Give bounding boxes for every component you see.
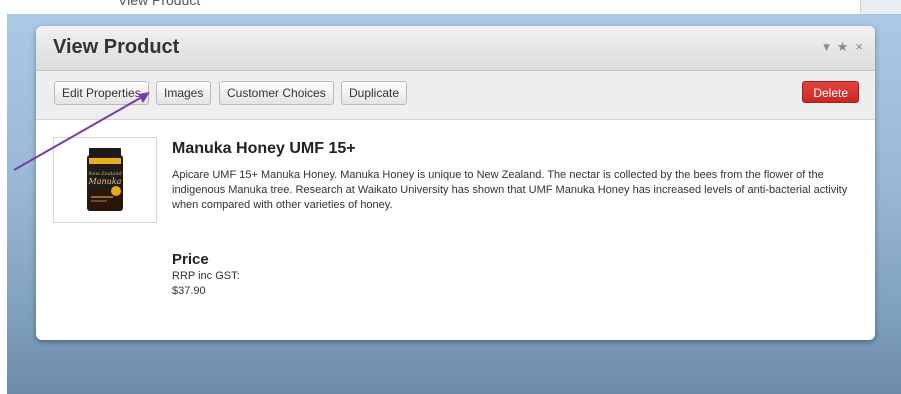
svg-text:Manuka: Manuka xyxy=(88,177,122,186)
price-value: $37.90 xyxy=(172,285,206,297)
images-button[interactable]: Images xyxy=(156,81,212,105)
dialog-title: View Product xyxy=(53,36,180,58)
toolbar: Edit Properties Images Customer Choices … xyxy=(36,71,875,120)
price-label: RRP inc GST: xyxy=(172,270,240,282)
dialog-header: View Product ▾ ★ × xyxy=(36,26,875,71)
product-thumbnail[interactable]: New Zealand Manuka xyxy=(53,137,157,223)
product-name: Manuka Honey UMF 15+ xyxy=(172,140,356,157)
duplicate-button[interactable]: Duplicate xyxy=(341,81,408,105)
product-details: New Zealand Manuka Manuka Honey UMF 15+ … xyxy=(36,120,875,340)
collapse-icon[interactable]: ▾ xyxy=(823,40,830,54)
dialog-controls: ▾ ★ × xyxy=(823,40,863,54)
corner-box xyxy=(860,0,901,14)
customer-choices-button[interactable]: Customer Choices xyxy=(219,81,334,105)
edit-properties-button[interactable]: Edit Properties xyxy=(54,81,149,105)
delete-button[interactable]: Delete xyxy=(802,81,859,103)
star-icon[interactable]: ★ xyxy=(837,40,849,54)
view-product-dialog: View Product ▾ ★ × Edit Properties Image… xyxy=(36,26,875,340)
honey-jar-icon: New Zealand Manuka xyxy=(87,148,123,211)
price-heading: Price xyxy=(172,251,209,268)
close-icon[interactable]: × xyxy=(855,40,863,54)
page-heading-cropped: View Product xyxy=(118,0,201,8)
product-description: Apicare UMF 15+ Manuka Honey. Manuka Hon… xyxy=(172,169,848,211)
